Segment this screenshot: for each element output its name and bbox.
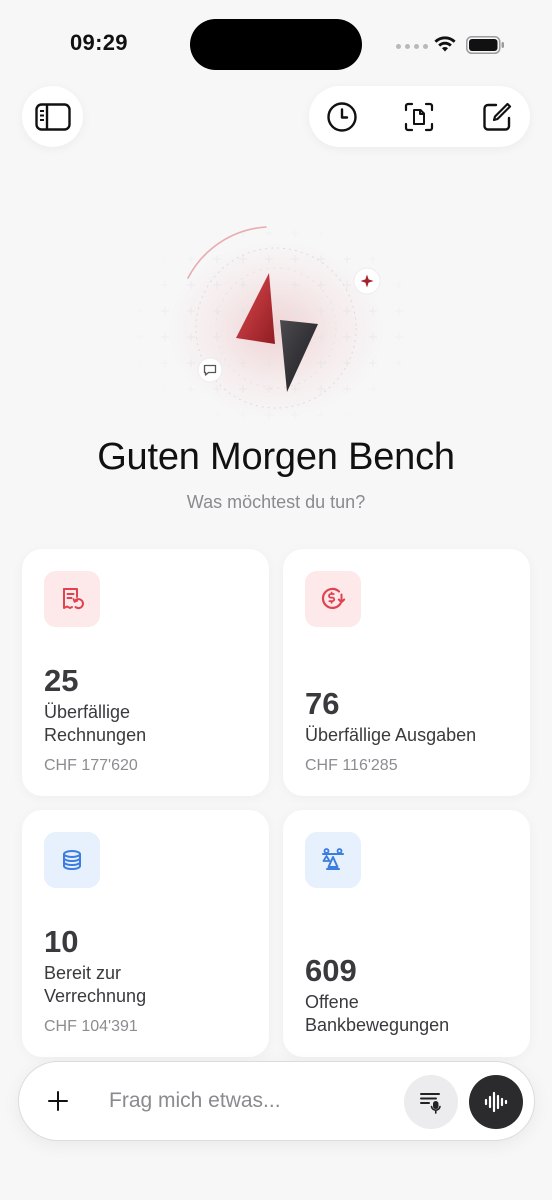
chat-input-bar: Frag mich etwas... <box>18 1061 535 1141</box>
card-label: Überfällige Rechnungen <box>44 702 147 745</box>
card-icon-tile <box>44 832 100 888</box>
card-count: 25 <box>44 663 79 698</box>
card-amount: CHF 104'391 <box>44 1018 138 1035</box>
battery-icon <box>466 36 504 54</box>
card-amount: CHF 177'620 <box>44 757 138 774</box>
greeting-title: Guten Morgen Bench <box>97 436 455 478</box>
card-ready-for-billing[interactable]: 10 Bereit zur Verrechnung CHF 104'391 <box>22 810 269 1057</box>
sparkle-badge-icon <box>353 267 381 295</box>
new-chat-button[interactable] <box>464 86 530 147</box>
compose-icon <box>483 102 512 131</box>
card-label: Offene Bankbewegungen <box>305 992 450 1035</box>
history-button[interactable] <box>309 86 375 147</box>
add-attachment-button[interactable] <box>37 1080 79 1122</box>
greeting-subtitle: Was möchtest du tun? <box>186 492 366 512</box>
sidebar-toggle-button[interactable] <box>22 86 83 147</box>
card-icon-tile <box>305 571 361 627</box>
chat-bubble-badge-icon <box>197 357 223 383</box>
scan-document-button[interactable] <box>386 86 452 147</box>
card-label: Überfällige Ausgaben <box>305 725 477 745</box>
card-icon-tile <box>44 571 100 627</box>
card-label: Bereit zur Verrechnung <box>44 963 147 1006</box>
expense-due-icon <box>321 587 346 609</box>
hero-graphic <box>126 220 426 430</box>
card-count: 76 <box>305 686 340 721</box>
chat-input-field[interactable]: Frag mich etwas... <box>109 1089 281 1113</box>
card-overdue-invoices[interactable]: 25 Überfällige Rechnungen CHF 177'620 <box>22 549 269 796</box>
plus-icon <box>48 1091 68 1111</box>
dictation-icon <box>420 1093 441 1114</box>
card-count: 10 <box>44 924 79 959</box>
dictation-button[interactable] <box>404 1075 458 1129</box>
hero-illustration <box>126 220 426 430</box>
scan-document-icon <box>404 102 434 131</box>
card-count: 609 <box>305 953 357 988</box>
coin-stack-icon <box>63 850 81 871</box>
reconcile-scale-icon <box>322 848 344 870</box>
status-bar: 09:29 <box>0 0 552 90</box>
card-icon-tile <box>305 832 361 888</box>
dynamic-island <box>190 19 362 70</box>
waveform-icon <box>484 1091 508 1113</box>
status-time: 09:29 <box>70 30 128 55</box>
clock-icon <box>327 101 357 132</box>
card-amount: CHF 116'285 <box>305 757 398 774</box>
cellular-signal-icon <box>396 44 428 49</box>
card-open-bank-transactions[interactable]: 609 Offene Bankbewegungen <box>283 810 530 1057</box>
wifi-icon <box>434 36 456 52</box>
sidebar-icon <box>34 102 71 131</box>
card-overdue-expenses[interactable]: 76 Überfällige Ausgaben CHF 116'285 <box>283 549 530 796</box>
invoice-icon <box>63 588 84 610</box>
voice-mode-button[interactable] <box>469 1075 523 1129</box>
top-actions-group <box>309 86 530 147</box>
